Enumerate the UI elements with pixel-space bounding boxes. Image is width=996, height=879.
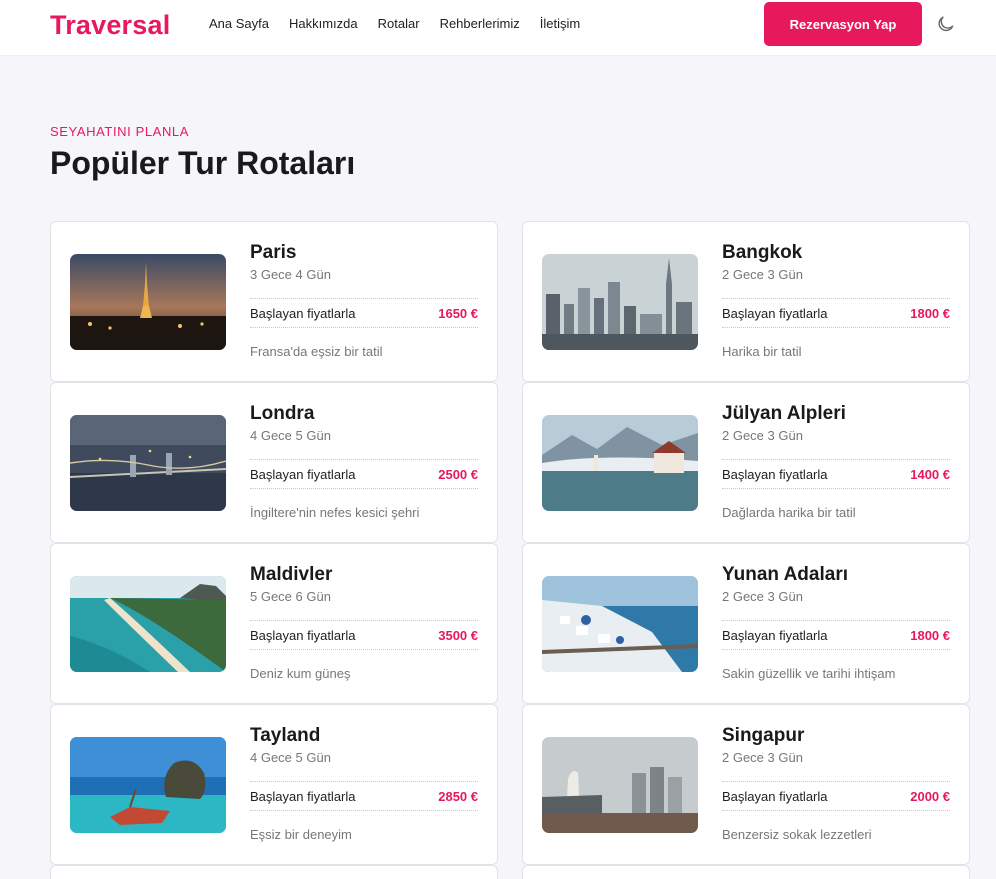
tour-card-bangkok[interactable]: Bangkok 2 Gece 3 Gün Başlayan fiyatlarla… bbox=[522, 221, 970, 382]
price-row: Başlayan fiyatlarla 2850 € bbox=[250, 781, 478, 811]
price-label: Başlayan fiyatlarla bbox=[250, 789, 356, 804]
tour-price: 1800 € bbox=[910, 628, 950, 643]
nav-link-home[interactable]: Ana Sayfa bbox=[209, 16, 269, 31]
tour-card-julian-alps[interactable]: Jülyan Alpleri 2 Gece 3 Gün Başlayan fiy… bbox=[522, 382, 970, 543]
tour-image-londra bbox=[70, 415, 226, 511]
price-label: Başlayan fiyatlarla bbox=[722, 467, 828, 482]
tour-duration: 4 Gece 5 Gün bbox=[250, 750, 331, 765]
tour-description: Fransa'da eşsiz bir tatil bbox=[250, 344, 383, 359]
price-row: Başlayan fiyatlarla 2000 € bbox=[722, 781, 950, 811]
tour-price: 2500 € bbox=[438, 467, 478, 482]
price-label: Başlayan fiyatlarla bbox=[250, 467, 356, 482]
tour-price: 1800 € bbox=[910, 306, 950, 321]
tour-image-julian-alps bbox=[542, 415, 698, 511]
price-row: Başlayan fiyatlarla 2500 € bbox=[250, 459, 478, 489]
tour-duration: 2 Gece 3 Gün bbox=[722, 750, 803, 765]
tour-card-londra[interactable]: Londra 4 Gece 5 Gün Başlayan fiyatlarla … bbox=[50, 382, 498, 543]
tour-duration: 4 Gece 5 Gün bbox=[250, 428, 331, 443]
price-label: Başlayan fiyatlarla bbox=[722, 306, 828, 321]
tour-description: İngiltere'nin nefes kesici şehri bbox=[250, 505, 420, 520]
nav-links: Ana Sayfa Hakkımızda Rotalar Rehberlerim… bbox=[209, 16, 580, 31]
nav-link-about[interactable]: Hakkımızda bbox=[289, 16, 358, 31]
tour-description: Eşsiz bir deneyim bbox=[250, 827, 352, 842]
tour-card-tayland[interactable]: Tayland 4 Gece 5 Gün Başlayan fiyatlarla… bbox=[50, 704, 498, 865]
tour-description: Harika bir tatil bbox=[722, 344, 802, 359]
nav-link-routes[interactable]: Rotalar bbox=[378, 16, 420, 31]
tour-card-greek-islands[interactable]: Yunan Adaları 2 Gece 3 Gün Başlayan fiya… bbox=[522, 543, 970, 704]
tour-price: 1400 € bbox=[910, 467, 950, 482]
tour-description: Benzersiz sokak lezzetleri bbox=[722, 827, 872, 842]
tour-title: Yunan Adaları bbox=[722, 564, 848, 585]
tour-card-paris[interactable]: Paris 3 Gece 4 Gün Başlayan fiyatlarla 1… bbox=[50, 221, 498, 382]
tour-description: Deniz kum güneş bbox=[250, 666, 351, 681]
price-row: Başlayan fiyatlarla 1650 € bbox=[250, 298, 478, 328]
tour-duration: 2 Gece 3 Gün bbox=[722, 589, 803, 604]
brand-logo[interactable]: Traversal bbox=[50, 10, 170, 41]
price-label: Başlayan fiyatlarla bbox=[250, 628, 356, 643]
nav-link-contact[interactable]: İletişim bbox=[540, 16, 580, 31]
nav-link-guides[interactable]: Rehberlerimiz bbox=[440, 16, 520, 31]
price-label: Başlayan fiyatlarla bbox=[250, 306, 356, 321]
price-row: Başlayan fiyatlarla 1800 € bbox=[722, 620, 950, 650]
tour-image-paris bbox=[70, 254, 226, 350]
tour-card-partial bbox=[50, 865, 498, 879]
tour-duration: 3 Gece 4 Gün bbox=[250, 267, 331, 282]
tour-duration: 2 Gece 3 Gün bbox=[722, 267, 803, 282]
tour-title: Jülyan Alpleri bbox=[722, 403, 846, 424]
tour-description: Sakin güzellik ve tarihi ihtişam bbox=[722, 666, 896, 681]
tour-image-bangkok bbox=[542, 254, 698, 350]
price-row: Başlayan fiyatlarla 1800 € bbox=[722, 298, 950, 328]
tour-title: Singapur bbox=[722, 725, 805, 746]
tour-title: Maldivler bbox=[250, 564, 333, 585]
price-row: Başlayan fiyatlarla 3500 € bbox=[250, 620, 478, 650]
price-label: Başlayan fiyatlarla bbox=[722, 789, 828, 804]
tour-duration: 2 Gece 3 Gün bbox=[722, 428, 803, 443]
tour-image-tayland bbox=[70, 737, 226, 833]
tour-card-partial bbox=[522, 865, 970, 879]
tour-image-greek-islands bbox=[542, 576, 698, 672]
price-row: Başlayan fiyatlarla 1400 € bbox=[722, 459, 950, 489]
section-subtitle: SEYAHATINI PLANLA bbox=[50, 124, 190, 139]
navbar: Traversal Ana Sayfa Hakkımızda Rotalar R… bbox=[0, 0, 996, 56]
tour-image-maldivler bbox=[70, 576, 226, 672]
tour-image-singapur bbox=[542, 737, 698, 833]
reservation-button[interactable]: Rezervasyon Yap bbox=[764, 2, 922, 46]
section-title: Popüler Tur Rotaları bbox=[50, 145, 356, 181]
price-label: Başlayan fiyatlarla bbox=[722, 628, 828, 643]
tour-price: 1650 € bbox=[438, 306, 478, 321]
moon-icon[interactable] bbox=[936, 14, 956, 34]
tour-card-maldivler[interactable]: Maldivler 5 Gece 6 Gün Başlayan fiyatlar… bbox=[50, 543, 498, 704]
tour-title: Tayland bbox=[250, 725, 321, 746]
tour-title: Paris bbox=[250, 242, 297, 263]
tour-duration: 5 Gece 6 Gün bbox=[250, 589, 331, 604]
tour-card-singapur[interactable]: Singapur 2 Gece 3 Gün Başlayan fiyatlarl… bbox=[522, 704, 970, 865]
tour-price: 2850 € bbox=[438, 789, 478, 804]
tour-price: 3500 € bbox=[438, 628, 478, 643]
tour-description: Dağlarda harika bir tatil bbox=[722, 505, 856, 520]
tour-title: Bangkok bbox=[722, 242, 803, 263]
tour-price: 2000 € bbox=[910, 789, 950, 804]
tour-title: Londra bbox=[250, 403, 315, 424]
